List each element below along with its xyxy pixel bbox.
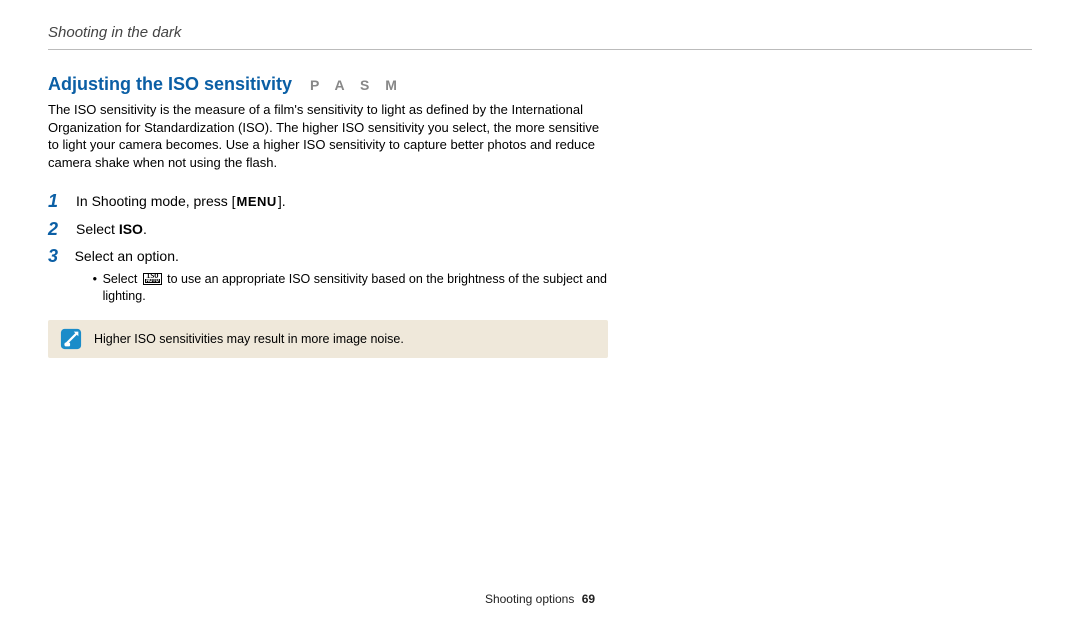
divider bbox=[48, 49, 1032, 50]
intro-paragraph: The ISO sensitivity is the measure of a … bbox=[48, 101, 608, 171]
step-3: 3 Select an option. Select ISOAUTO to us… bbox=[48, 246, 608, 305]
substep-list: Select ISOAUTO to use an appropriate ISO… bbox=[75, 271, 608, 306]
step-number: 1 bbox=[48, 191, 66, 213]
iso-auto-icon-bottom: AUTO bbox=[145, 279, 160, 283]
note-icon bbox=[60, 328, 82, 350]
step-1: 1 In Shooting mode, press [MENU]. bbox=[48, 191, 608, 213]
section-heading: Adjusting the ISO sensitivity bbox=[48, 74, 292, 95]
step-text: Select an option. Select ISOAUTO to use … bbox=[75, 246, 608, 305]
menu-icon: MENU bbox=[237, 193, 277, 212]
breadcrumb: Shooting in the dark bbox=[48, 24, 1032, 41]
substep-suffix: to use an appropriate ISO sensitivity ba… bbox=[103, 272, 607, 304]
step-text: Select ISO. bbox=[76, 219, 147, 239]
step-2: 2 Select ISO. bbox=[48, 219, 608, 241]
step-prefix: Select bbox=[76, 221, 119, 237]
step-bold: ISO bbox=[119, 221, 143, 237]
note-text: Higher ISO sensitivities may result in m… bbox=[94, 332, 404, 346]
substep: Select ISOAUTO to use an appropriate ISO… bbox=[93, 271, 608, 306]
step-number: 3 bbox=[48, 246, 65, 268]
footer-pagenum: 69 bbox=[582, 592, 595, 606]
mode-indicators: P A S M bbox=[310, 77, 403, 93]
step-list: 1 In Shooting mode, press [MENU]. 2 Sele… bbox=[48, 191, 608, 305]
footer-section: Shooting options bbox=[485, 592, 574, 606]
note-box: Higher ISO sensitivities may result in m… bbox=[48, 320, 608, 358]
iso-auto-icon: ISOAUTO bbox=[143, 273, 162, 285]
step-text: In Shooting mode, press [MENU]. bbox=[76, 191, 286, 212]
step-suffix: ]. bbox=[278, 193, 286, 209]
step-main-text: Select an option. bbox=[75, 248, 179, 264]
step-prefix: In Shooting mode, press [ bbox=[76, 193, 236, 209]
page-footer: Shooting options 69 bbox=[0, 592, 1080, 606]
main-content: Adjusting the ISO sensitivity P A S M Th… bbox=[48, 74, 608, 358]
substep-prefix: Select bbox=[103, 272, 141, 286]
step-number: 2 bbox=[48, 219, 66, 241]
step-suffix: . bbox=[143, 221, 147, 237]
